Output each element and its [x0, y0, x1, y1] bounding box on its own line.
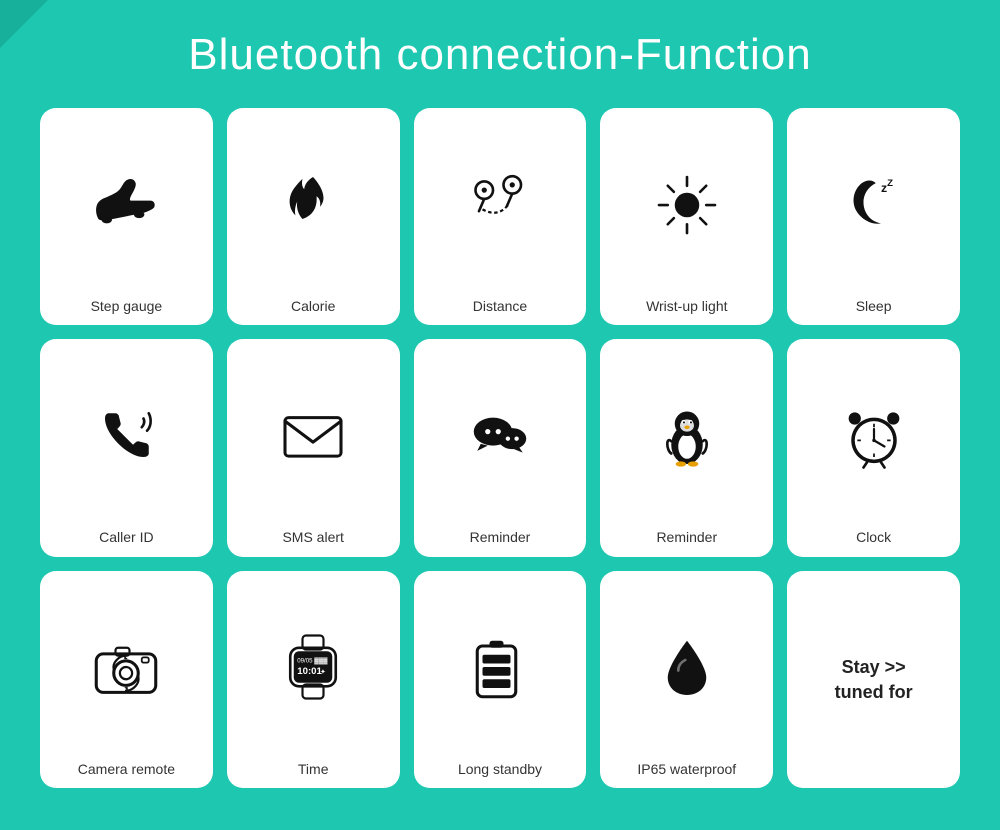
card-camera-remote: Camera remote — [40, 571, 213, 788]
sleep-icon: z Z — [839, 120, 909, 289]
distance-icon — [465, 120, 535, 289]
reminder-qq-label: Reminder — [656, 528, 717, 546]
wechat-icon — [465, 351, 535, 520]
alarm-clock-icon — [839, 351, 909, 520]
card-step-gauge: Step gauge — [40, 108, 213, 325]
time-label: Time — [298, 760, 329, 778]
camera-remote-label: Camera remote — [78, 760, 175, 778]
svg-text:z: z — [881, 180, 887, 194]
card-stay-tuned: Stay >>tuned for — [787, 571, 960, 788]
penguin-icon — [652, 351, 722, 520]
card-reminder-qq: Reminder — [600, 339, 773, 556]
sun-icon — [652, 120, 722, 289]
card-clock: Clock — [787, 339, 960, 556]
flame-icon — [278, 120, 348, 289]
ip65-waterproof-label: IP65 waterproof — [637, 760, 736, 778]
card-reminder-wechat: Reminder — [414, 339, 587, 556]
svg-text:Z: Z — [887, 177, 893, 188]
phone-icon — [91, 351, 161, 520]
card-caller-id: Caller ID — [40, 339, 213, 556]
card-calorie: Calorie — [227, 108, 400, 325]
camera-icon — [91, 583, 161, 752]
page-title: Bluetooth connection-Function — [0, 0, 1000, 108]
card-long-standby: Long standby — [414, 571, 587, 788]
stay-tuned-text: Stay >>tuned for — [835, 655, 913, 705]
feature-grid: Step gauge Calorie Distan — [0, 108, 1000, 818]
card-time: 09/05 ▓▓▓ 10:01 ✦ Time — [227, 571, 400, 788]
drop-icon — [652, 583, 722, 752]
distance-label: Distance — [473, 297, 527, 315]
card-sleep: z Z Sleep — [787, 108, 960, 325]
smartwatch-icon: 09/05 ▓▓▓ 10:01 ✦ — [278, 583, 348, 752]
svg-text:✦: ✦ — [320, 668, 326, 676]
sms-alert-label: SMS alert — [282, 528, 343, 546]
card-distance: Distance — [414, 108, 587, 325]
card-ip65-waterproof: IP65 waterproof — [600, 571, 773, 788]
card-sms-alert: SMS alert — [227, 339, 400, 556]
calorie-label: Calorie — [291, 297, 335, 315]
step-gauge-label: Step gauge — [91, 297, 163, 315]
battery-icon — [465, 583, 535, 752]
shoe-icon — [91, 120, 161, 289]
clock-label: Clock — [856, 528, 891, 546]
svg-text:10:01: 10:01 — [297, 666, 322, 677]
long-standby-label: Long standby — [458, 760, 542, 778]
wrist-up-light-label: Wrist-up light — [646, 297, 727, 315]
reminder-wechat-label: Reminder — [470, 528, 531, 546]
caller-id-label: Caller ID — [99, 528, 153, 546]
sleep-label: Sleep — [856, 297, 892, 315]
envelope-icon — [278, 351, 348, 520]
stay-tuned-icon: Stay >>tuned for — [835, 583, 913, 778]
card-wrist-up-light: Wrist-up light — [600, 108, 773, 325]
svg-text:09/05 ▓▓▓: 09/05 ▓▓▓ — [297, 658, 328, 665]
